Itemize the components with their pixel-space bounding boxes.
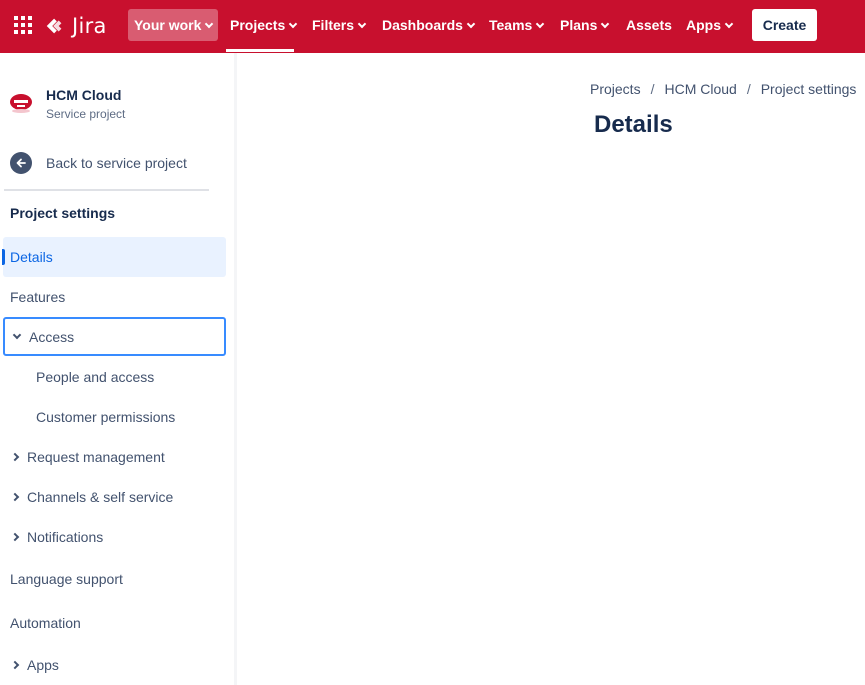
- nav-apps-label: Apps: [686, 17, 721, 33]
- nav-teams[interactable]: Teams: [483, 9, 549, 41]
- sidebar-item-features[interactable]: Features: [3, 277, 226, 317]
- page-title: Details: [594, 111, 673, 138]
- breadcrumb-separator: /: [650, 81, 655, 97]
- breadcrumb: Projects / HCM Cloud / Project settings: [590, 81, 856, 97]
- jira-logo-icon: [46, 18, 62, 34]
- chevron-down-icon: [12, 330, 22, 339]
- top-navigation: Jira Your work Projects Filters Dashboar…: [0, 0, 865, 53]
- app-switcher-icon[interactable]: [14, 16, 32, 34]
- nav-plans-label: Plans: [560, 17, 598, 33]
- sidebar-item-channels-self-service[interactable]: Channels & self service: [3, 477, 226, 517]
- chevron-down-icon: [205, 19, 214, 28]
- sidebar-item-label: Apps: [27, 657, 59, 673]
- back-to-project-link[interactable]: Back to service project: [10, 150, 187, 176]
- sidebar-item-automation[interactable]: Automation: [3, 603, 226, 643]
- arrow-left-icon: [10, 152, 32, 174]
- selected-indicator: [2, 249, 5, 265]
- chevron-right-icon: [10, 532, 20, 542]
- sidebar-item-apps[interactable]: Apps: [3, 645, 226, 685]
- sidebar-item-label: Automation: [10, 615, 81, 631]
- chevron-down-icon: [357, 19, 367, 28]
- nav-assets-label: Assets: [626, 17, 672, 33]
- nav-filters-label: Filters: [312, 17, 355, 33]
- sidebar-item-label: Customer permissions: [36, 409, 176, 425]
- sidebar-item-customer-permissions[interactable]: Customer permissions: [3, 397, 226, 437]
- sidebar-item-label: Features: [10, 289, 66, 305]
- sidebar-item-label: Details: [10, 249, 53, 265]
- nav-projects[interactable]: Projects: [224, 9, 302, 41]
- breadcrumb-project-settings[interactable]: Project settings: [761, 81, 857, 97]
- nav-projects-label: Projects: [230, 17, 286, 33]
- sidebar-item-label: Access: [29, 328, 75, 345]
- chevron-down-icon: [289, 19, 298, 28]
- nav-assets[interactable]: Assets: [620, 9, 678, 41]
- project-name[interactable]: HCM Cloud: [46, 87, 121, 103]
- sidebar-item-access[interactable]: Access: [3, 317, 226, 356]
- project-avatar-icon: [10, 94, 32, 113]
- chevron-right-icon: [10, 492, 20, 502]
- nav-projects-active-indicator: [226, 49, 294, 52]
- sidebar-item-request-management[interactable]: Request management: [3, 437, 226, 477]
- chevron-right-icon: [10, 452, 20, 462]
- sidebar-item-notifications[interactable]: Notifications: [3, 517, 226, 557]
- jira-logo[interactable]: Jira: [44, 13, 107, 39]
- logo-text: Jira: [72, 14, 107, 38]
- sidebar-item-label: Notifications: [27, 529, 104, 545]
- breadcrumb-hcm-cloud[interactable]: HCM Cloud: [664, 81, 736, 97]
- sidebar-item-label: Channels & self service: [27, 489, 174, 505]
- chevron-down-icon: [724, 19, 734, 28]
- chevron-down-icon: [466, 19, 476, 28]
- sidebar-item-label: Request management: [27, 449, 165, 465]
- nav-filters[interactable]: Filters: [306, 9, 371, 41]
- nav-teams-label: Teams: [489, 17, 533, 33]
- project-type: Service project: [46, 107, 126, 121]
- sidebar-section-title: Project settings: [10, 205, 116, 221]
- chevron-right-icon: [10, 660, 20, 670]
- breadcrumb-separator: /: [746, 81, 751, 97]
- sidebar-divider: [4, 189, 209, 191]
- back-link-label: Back to service project: [46, 155, 187, 171]
- sidebar-item-label: People and access: [36, 369, 155, 385]
- sidebar-item-people-and-access[interactable]: People and access: [3, 357, 226, 397]
- nav-dashboards[interactable]: Dashboards: [376, 9, 480, 41]
- chevron-down-icon: [536, 19, 545, 28]
- nav-dashboards-label: Dashboards: [382, 17, 463, 33]
- nav-plans[interactable]: Plans: [554, 9, 614, 41]
- nav-apps[interactable]: Apps: [680, 9, 738, 41]
- nav-your-work[interactable]: Your work: [128, 9, 219, 41]
- sidebar-item-label: Language support: [10, 571, 123, 587]
- nav-your-work-label: Your work: [134, 17, 202, 33]
- chevron-down-icon: [601, 19, 610, 28]
- sidebar-resize-handle[interactable]: [234, 53, 237, 685]
- create-button[interactable]: Create: [752, 9, 817, 41]
- breadcrumb-projects[interactable]: Projects: [590, 81, 641, 97]
- sidebar-item-language-support[interactable]: Language support: [3, 559, 226, 599]
- sidebar-item-details[interactable]: Details: [2, 237, 226, 277]
